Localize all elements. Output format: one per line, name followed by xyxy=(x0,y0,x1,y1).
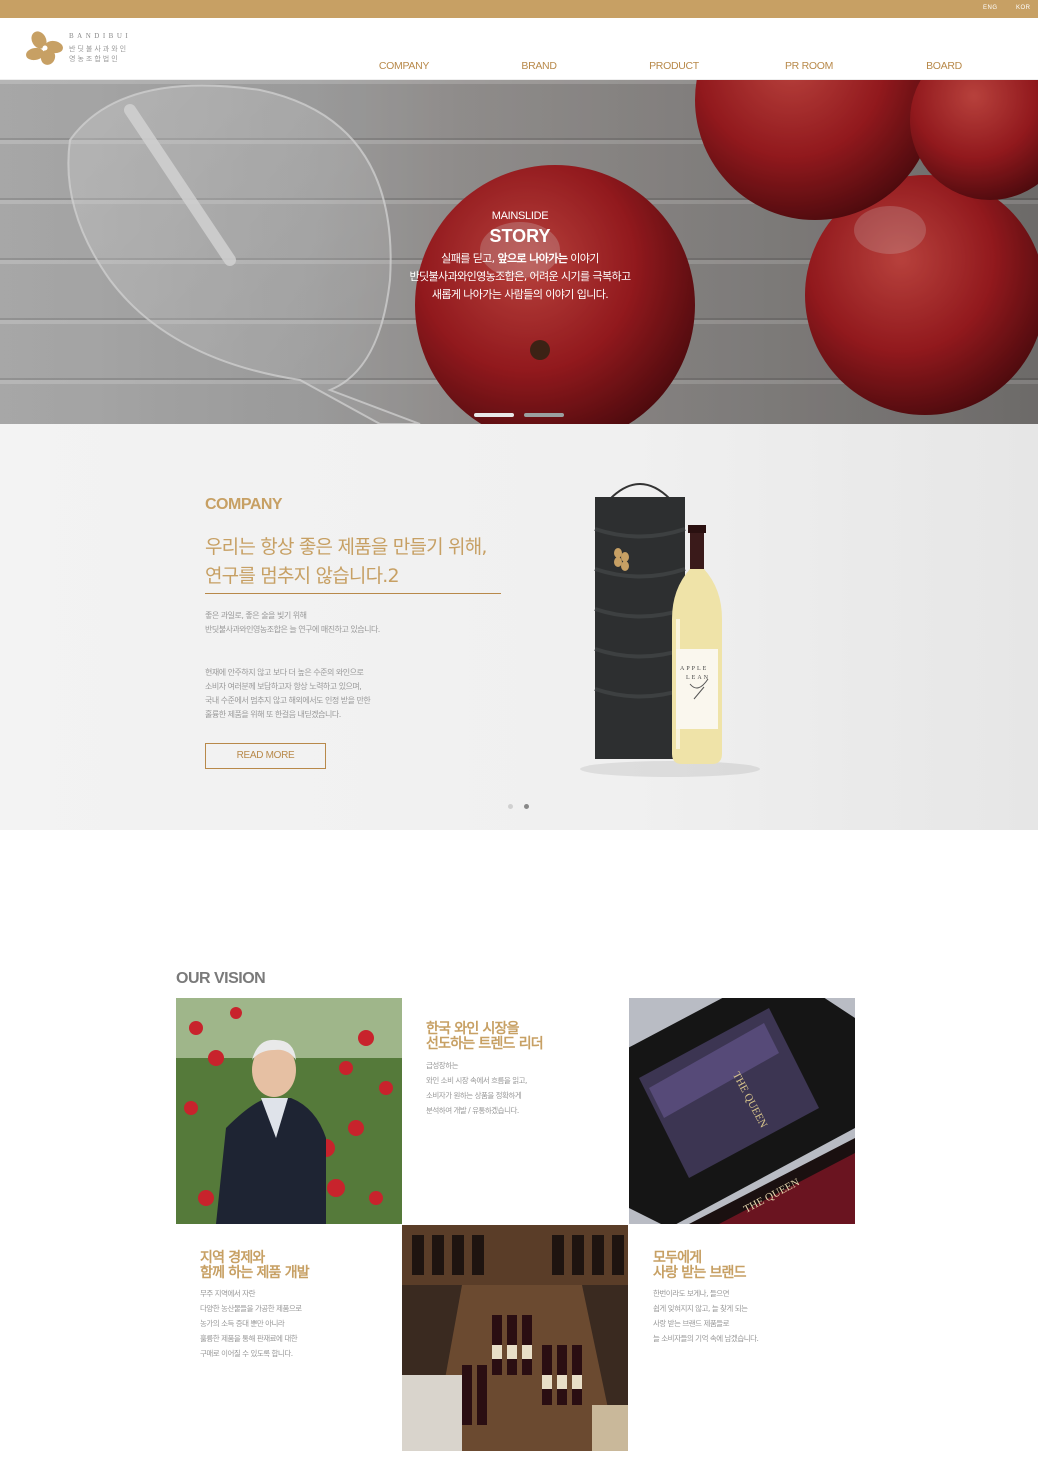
vision-card3-text: 쉽게 잊혀지지 않고, 늘 찾게 되는 xyxy=(653,1304,748,1313)
vision-card1-heading: 선도하는 트렌드 리더 xyxy=(426,1036,544,1052)
slide-indicator-1[interactable] xyxy=(474,413,514,417)
bottle-label-line2: LEAN xyxy=(686,675,710,681)
logo-korean-line2: 영농조합법인 xyxy=(69,55,120,63)
hero-line2: 반딧불사과와인영농조합은, 어려운 시기를 극복하고 xyxy=(409,270,631,283)
hero-eyebrow: MAINSLIDE xyxy=(491,210,549,222)
vision-card3-heading: 모두에게 xyxy=(653,1250,702,1266)
company-slide-dot-2[interactable] xyxy=(524,804,529,809)
vision-card2-heading: 함께 하는 제품 개발 xyxy=(200,1265,310,1281)
vision-card3-text: 사랑 받는 브랜드 제품들로 xyxy=(653,1319,730,1328)
read-more-button[interactable]: READ MORE xyxy=(205,743,326,769)
vision-card2-text: 구매로 이어질 수 있도록 합니다. xyxy=(200,1349,293,1358)
hero-slider: MAINSLIDE STORY 실패를 딛고, 앞으로 나아가는 이야기 반딧불… xyxy=(0,80,1038,424)
company-section: COMPANY 우리는 항상 좋은 제품을 만들기 위해, 연구를 멈추지 않습… xyxy=(0,424,1038,830)
vision-photo-wine: THE QUEEN THE QUEEN xyxy=(629,998,855,1224)
hero-title: STORY xyxy=(489,226,551,246)
lang-kor-link[interactable]: KOR xyxy=(1016,5,1031,11)
nav-board[interactable]: BOARD xyxy=(926,60,962,72)
wine-bottles-photo xyxy=(629,998,855,1224)
nav-brand[interactable]: BRAND xyxy=(521,60,557,72)
vision-card1-text: 와인 소비 시장 속에서 흐름을 읽고, xyxy=(426,1076,527,1085)
logo-english-text: BANDIBUI xyxy=(69,32,132,40)
vision-photo-wine-shop xyxy=(402,1225,628,1451)
company-label: COMPANY xyxy=(205,496,283,513)
nav-company[interactable]: COMPANY xyxy=(379,60,430,72)
company-text: 소비자 여러분께 보답하고자 항상 노력하고 있으며, xyxy=(205,682,362,691)
vision-card-beloved-brand: 모두에게 사랑 받는 브랜드 한번이라도 보게나, 들으면 쉽게 잊혀지지 않고… xyxy=(629,1225,855,1451)
company-text: 반딧불사과와인영농조합은 늘 연구에 매진하고 있습니다. xyxy=(205,625,380,634)
slide-indicator-2[interactable] xyxy=(524,413,564,417)
lang-eng-link[interactable]: ENG xyxy=(983,5,998,11)
company-text: 국내 수준에서 멈추지 않고 해외에서도 인정 받을 만한 xyxy=(205,696,371,705)
site-header: BANDIBUI 반딧불사과와인 영농조합법인 COMPANY BRAND PR… xyxy=(0,18,1038,80)
farmer-photo xyxy=(176,998,402,1224)
vision-card-regional-economy: 지역 경제와 함께 하는 제품 개발 무주 지역에서 자란 다양한 농산물들을 … xyxy=(176,1225,402,1451)
vision-card2-text: 무주 지역에서 자란 xyxy=(200,1289,255,1298)
vision-card1-text: 분석하여 개발 / 유통하겠습니다. xyxy=(426,1106,519,1115)
vision-card2-text: 농가의 소득 증대 뿐만 아니라 xyxy=(200,1319,285,1328)
company-text: 좋은 과일로, 좋은 술을 빚기 위해 xyxy=(205,611,307,620)
vision-card2-text: 훌륭한 제품을 통해 판재료에 대한 xyxy=(200,1334,298,1343)
vision-card2-text: 다양한 농산물들을 가공한 제품으로 xyxy=(200,1304,302,1313)
vision-card1-text: 소비자가 원하는 상품을 정확하게 xyxy=(426,1091,522,1100)
vision-title: OUR VISION xyxy=(176,970,266,987)
hero-line1: 실패를 딛고, 앞으로 나아가는 이야기 xyxy=(441,252,599,265)
wine-shop-photo xyxy=(402,1225,628,1451)
bottle-label-line1: APPLE xyxy=(680,666,709,672)
company-heading-line2: 연구를 멈추지 않습니다.2 xyxy=(205,565,400,587)
logo-korean-line1: 반딧불사과와인 xyxy=(69,45,129,53)
nav-pr-room[interactable]: PR ROOM xyxy=(785,60,833,72)
vision-card1-text: 급성장하는 xyxy=(426,1061,459,1070)
product-image xyxy=(580,483,760,777)
vision-card3-text: 한번이라도 보게나, 들으면 xyxy=(653,1289,730,1298)
vision-card3-heading: 사랑 받는 브랜드 xyxy=(653,1265,747,1281)
nav-product[interactable]: PRODUCT xyxy=(649,60,699,72)
company-slide-dot-1[interactable] xyxy=(508,804,513,809)
vision-card3-text: 늘 소비자들의 기억 속에 남겠습니다. xyxy=(653,1334,759,1343)
company-text: 현재에 안주하지 않고 보다 더 높은 수준의 와인으로 xyxy=(205,668,364,677)
hero-line3: 새롭게 나아가는 사람들의 이야기 입니다. xyxy=(431,288,609,301)
vision-card-trend-leader: 한국 와인 시장을 선도하는 트렌드 리더 급성장하는 와인 소비 시장 속에서… xyxy=(402,998,628,1224)
vision-photo-farmer xyxy=(176,998,402,1224)
vision-card1-heading: 한국 와인 시장을 xyxy=(426,1021,520,1037)
vision-card2-heading: 지역 경제와 xyxy=(200,1250,265,1266)
heading-divider xyxy=(205,593,501,594)
company-heading-line1: 우리는 항상 좋은 제품을 만들기 위해, xyxy=(205,536,487,558)
site-logo[interactable]: BANDIBUI 반딧불사과와인 영농조합법인 xyxy=(26,30,156,70)
top-utility-bar: ENG KOR xyxy=(0,0,1038,18)
company-text: 훌륭한 제품을 위해 또 한걸음 내딛겠습니다. xyxy=(205,710,341,719)
firefly-logo-icon xyxy=(26,31,63,65)
